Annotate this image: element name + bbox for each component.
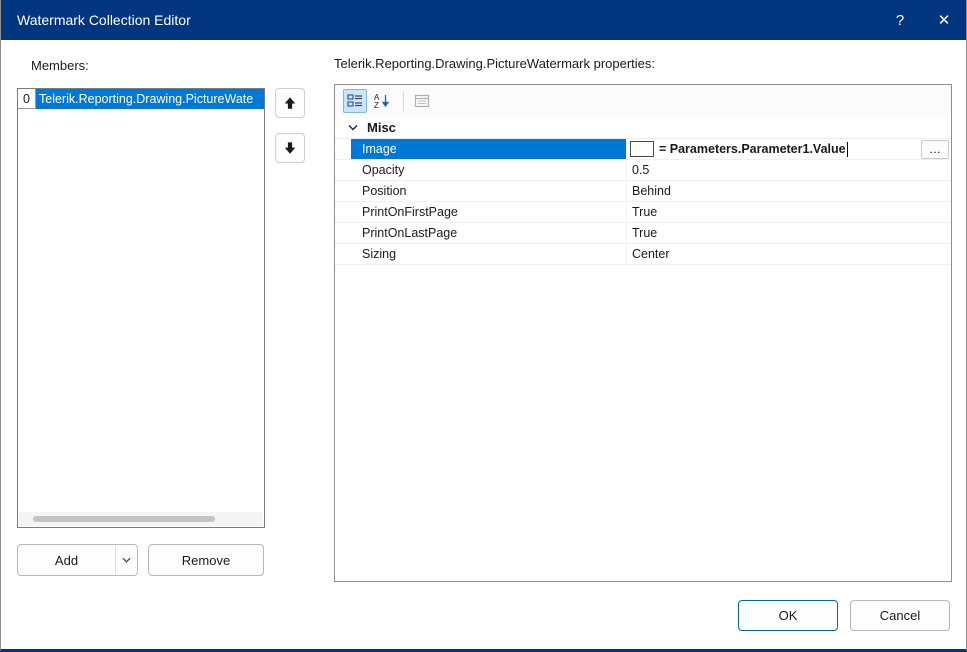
list-item[interactable]: 0 Telerik.Reporting.Drawing.PictureWate (18, 89, 264, 109)
close-icon[interactable]: ✕ (922, 0, 966, 40)
toolbar-separator (403, 91, 404, 111)
property-grid-toolbar: A Z (335, 85, 951, 117)
add-button-label: Add (18, 553, 115, 568)
row-gutter (335, 160, 351, 180)
members-listbox[interactable]: 0 Telerik.Reporting.Drawing.PictureWate (17, 88, 265, 528)
row-gutter (335, 202, 351, 222)
chevron-down-icon (122, 557, 131, 563)
move-up-button[interactable] (275, 88, 305, 118)
move-down-button[interactable] (275, 133, 305, 163)
property-row-opacity[interactable]: Opacity 0.5 (335, 160, 951, 181)
arrow-up-icon (283, 96, 297, 110)
cancel-button[interactable]: Cancel (850, 600, 950, 631)
scrollbar-thumb[interactable] (33, 516, 215, 522)
window-title: Watermark Collection Editor (1, 12, 878, 28)
property-name[interactable]: PrintOnLastPage (351, 223, 627, 243)
list-item-index: 0 (18, 89, 36, 109)
chevron-expanded-icon[interactable] (345, 124, 361, 131)
ok-button[interactable]: OK (738, 600, 838, 631)
list-item-text[interactable]: Telerik.Reporting.Drawing.PictureWate (36, 89, 264, 109)
property-row-printonlastpage[interactable]: PrintOnLastPage True (335, 223, 951, 244)
property-value-editor[interactable]: = Parameters.Parameter1.Value … (627, 139, 951, 159)
horizontal-scrollbar[interactable] (19, 512, 263, 526)
property-value[interactable]: Center (627, 244, 951, 264)
row-gutter (335, 223, 351, 243)
svg-text:Z: Z (374, 101, 379, 109)
row-gutter (335, 244, 351, 264)
category-row-misc[interactable]: Misc (335, 117, 951, 139)
property-grid: A Z Misc Image = Parameters.Parameter1.V… (334, 84, 952, 582)
help-icon[interactable]: ? (878, 0, 922, 40)
property-row-sizing[interactable]: Sizing Center (335, 244, 951, 265)
row-gutter (335, 139, 351, 159)
row-gutter (335, 181, 351, 201)
add-dropdown[interactable] (115, 545, 137, 575)
property-pages-icon (410, 89, 434, 113)
property-row-image[interactable]: Image = Parameters.Parameter1.Value … (335, 139, 951, 160)
title-bar: Watermark Collection Editor ? ✕ (1, 0, 966, 40)
property-name[interactable]: Position (351, 181, 627, 201)
property-name[interactable]: PrintOnFirstPage (351, 202, 627, 222)
properties-header: Telerik.Reporting.Drawing.PictureWaterma… (334, 56, 655, 71)
property-value[interactable]: 0.5 (627, 160, 951, 180)
property-value[interactable]: = Parameters.Parameter1.Value (659, 142, 846, 156)
property-name[interactable]: Image (351, 139, 627, 159)
property-row-printonfirstpage[interactable]: PrintOnFirstPage True (335, 202, 951, 223)
members-label: Members: (31, 58, 89, 73)
property-row-position[interactable]: Position Behind (335, 181, 951, 202)
property-value[interactable]: True (627, 223, 951, 243)
remove-button[interactable]: Remove (148, 544, 264, 576)
ellipsis-button[interactable]: … (921, 140, 949, 159)
property-name[interactable]: Sizing (351, 244, 627, 264)
property-name[interactable]: Opacity (351, 160, 627, 180)
alphabetical-sort-icon[interactable]: A Z (370, 89, 394, 113)
property-value[interactable]: Behind (627, 181, 951, 201)
property-value[interactable]: True (627, 202, 951, 222)
arrow-down-icon (283, 141, 297, 155)
category-label: Misc (367, 120, 396, 135)
add-button[interactable]: Add (17, 544, 138, 576)
categorized-view-icon[interactable] (343, 89, 367, 113)
image-thumbnail (630, 141, 654, 157)
text-cursor (847, 142, 848, 157)
